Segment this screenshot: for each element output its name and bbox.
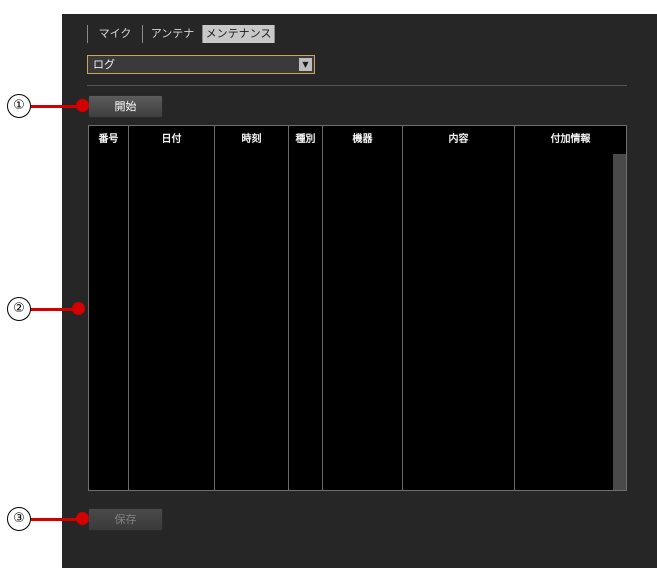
callout-1: ① — [0, 94, 92, 118]
log-type-dropdown[interactable]: ログ ▼ — [87, 55, 315, 74]
column-header-device: 機器 — [323, 126, 403, 154]
triangle-down-icon[interactable]: ▼ — [299, 58, 312, 71]
callout-3: ③ — [0, 507, 92, 531]
tab-bar: マイク アンテナ メンテナンス — [87, 25, 275, 43]
log-table: 番号 日付 時刻 種別 機器 内容 付加情報 — [88, 125, 627, 491]
callout-number: ① — [7, 94, 31, 118]
column-header-date: 日付 — [129, 126, 215, 154]
tab-mic[interactable]: マイク — [87, 25, 143, 43]
column-header-content: 内容 — [403, 126, 515, 154]
callout-line — [31, 308, 77, 311]
column-header-additional-info: 付加情報 — [550, 134, 591, 145]
callout-number: ② — [7, 297, 31, 321]
callout-2: ② — [0, 297, 92, 321]
table-body — [89, 154, 626, 490]
column-header-type: 種別 — [289, 126, 323, 154]
callout-dot — [72, 302, 85, 315]
callout-line — [31, 518, 81, 521]
column-header-number: 番号 — [89, 126, 129, 154]
callout-number: ③ — [7, 507, 31, 531]
callout-dot — [76, 512, 89, 525]
callout-dot — [76, 99, 89, 112]
table-header: 番号 日付 時刻 種別 機器 内容 付加情報 — [89, 126, 626, 154]
table-column — [323, 154, 403, 490]
save-button[interactable]: 保存 — [88, 508, 163, 531]
tab-antenna[interactable]: アンテナ — [143, 25, 203, 43]
dropdown-value: ログ — [93, 58, 115, 71]
tab-maintenance[interactable]: メンテナンス — [203, 25, 275, 43]
table-column — [89, 154, 129, 490]
start-button[interactable]: 開始 — [88, 95, 163, 118]
callout-line — [31, 105, 81, 108]
divider — [87, 85, 627, 86]
table-column — [403, 154, 515, 490]
table-column — [215, 154, 289, 490]
table-column — [129, 154, 215, 490]
vertical-scrollbar[interactable] — [613, 154, 626, 490]
column-header-time: 時刻 — [215, 126, 289, 154]
table-column — [289, 154, 323, 490]
